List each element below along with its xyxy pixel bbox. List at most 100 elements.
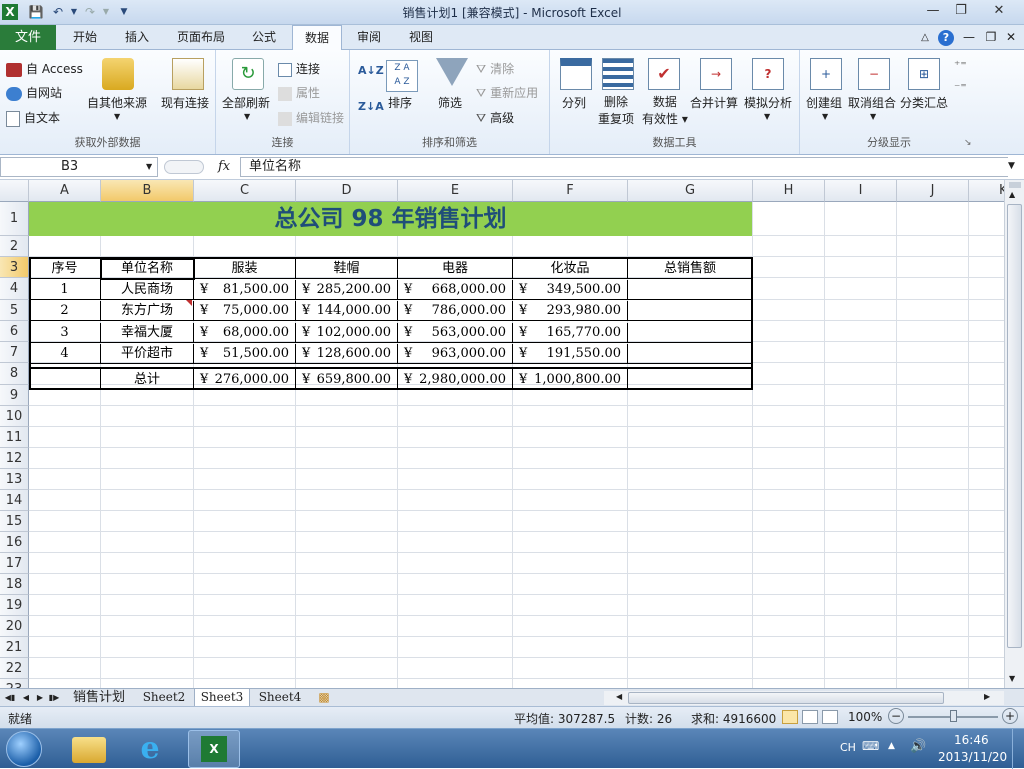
column-header[interactable]: D (296, 180, 398, 202)
currency-cell[interactable]: ¥128,600.00 (296, 344, 398, 364)
remove-duplicates-button[interactable]: 删除 重复项 (598, 94, 634, 128)
sort-descending-icon[interactable]: Z↓A (358, 100, 384, 113)
total-sales-cell[interactable] (628, 301, 753, 321)
scroll-thumb-horizontal[interactable] (628, 692, 944, 704)
first-sheet-icon[interactable]: ◀▮ (4, 689, 16, 707)
from-access-button[interactable]: 自 Access (6, 60, 83, 77)
row-header[interactable]: 14 (0, 490, 29, 511)
zoom-in-icon[interactable]: + (1002, 708, 1018, 724)
currency-cell[interactable]: ¥68,000.00 (194, 323, 296, 343)
currency-cell[interactable]: ¥144,000.00 (296, 301, 398, 321)
table-cell[interactable]: 3 (29, 323, 101, 343)
table-cell[interactable]: 化妆品 (513, 259, 628, 279)
doc-minimize-button[interactable]: — (960, 25, 978, 50)
row-header[interactable]: 20 (0, 616, 29, 637)
group-button[interactable]: 创建组 (806, 94, 842, 111)
table-cell[interactable]: 东方广场 (101, 301, 194, 321)
notification-arrow-icon[interactable]: ▲ (888, 741, 895, 751)
from-web-button[interactable]: 自网站 (6, 84, 62, 101)
advanced-button[interactable]: ⛛ 高级 (476, 109, 514, 126)
show-desktop-button[interactable] (1012, 729, 1024, 769)
sort-ascending-icon[interactable]: A↓Z (358, 64, 384, 77)
table-cell[interactable]: 序号 (29, 259, 101, 279)
insert-function-button[interactable]: fx (218, 159, 230, 174)
formula-bar-resize-handle[interactable] (164, 160, 204, 174)
row-header[interactable]: 5 (0, 300, 29, 321)
table-cell[interactable]: 平价超市 (101, 344, 194, 364)
row-header[interactable]: 12 (0, 448, 29, 469)
table-cell[interactable]: 单位名称 (101, 259, 194, 279)
doc-close-button[interactable]: ✕ (1002, 25, 1020, 50)
input-language[interactable]: CH (840, 741, 856, 754)
currency-cell[interactable]: ¥659,800.00 (296, 367, 398, 388)
hide-detail-icon[interactable]: ⁻⁼ (954, 80, 967, 94)
currency-cell[interactable]: ¥51,500.00 (194, 344, 296, 364)
row-header[interactable]: 6 (0, 321, 29, 342)
row-header[interactable]: 22 (0, 658, 29, 679)
minimize-button[interactable]: — (920, 2, 946, 20)
file-explorer-icon[interactable] (72, 737, 106, 763)
tab-data[interactable]: 数据 (292, 25, 342, 51)
total-sales-cell[interactable] (628, 280, 753, 300)
column-header[interactable]: E (398, 180, 513, 202)
from-other-sources-button[interactable]: 自其他来源 (87, 94, 147, 111)
table-cell[interactable]: 1 (29, 280, 101, 300)
close-button[interactable]: ✕ (984, 2, 1014, 20)
row-header[interactable]: 11 (0, 427, 29, 448)
table-cell[interactable] (29, 367, 101, 388)
what-if-analysis-button[interactable]: 模拟分析 (744, 94, 792, 111)
zoom-out-icon[interactable]: − (888, 708, 904, 724)
column-header[interactable]: C (194, 180, 296, 202)
refresh-all-button[interactable]: 全部刷新 (222, 94, 270, 111)
total-sales-cell[interactable] (628, 367, 753, 388)
restore-button[interactable]: ❐ (948, 2, 974, 20)
scroll-right-icon[interactable]: ▶ (984, 692, 990, 701)
show-detail-icon[interactable]: ⁺⁼ (954, 58, 967, 72)
table-cell[interactable]: 人民商场 (101, 280, 194, 300)
zoom-slider-thumb[interactable] (950, 710, 957, 722)
row-header[interactable]: 13 (0, 469, 29, 490)
row-header[interactable]: 3 (0, 257, 29, 278)
sheet-title[interactable]: 总公司 98 年销售计划 (29, 202, 752, 236)
currency-cell[interactable]: ¥276,000.00 (194, 367, 296, 388)
table-cell[interactable]: 幸福大厦 (101, 323, 194, 343)
from-text-button[interactable]: 自文本 (6, 109, 60, 127)
worksheet-grid[interactable]: A B C D E F G H I J K 1 2 3 4 5 6 7 8 9 10 11 12 13 1… (0, 180, 1004, 688)
tab-insert[interactable]: 插入 (112, 25, 162, 50)
total-sales-cell[interactable] (628, 323, 753, 343)
row-header[interactable]: 2 (0, 236, 29, 257)
normal-view-icon[interactable] (782, 710, 798, 724)
column-header[interactable]: I (825, 180, 897, 202)
doc-restore-button[interactable]: ❐ (982, 25, 1000, 50)
outline-settings-icon[interactable]: ↘ (964, 138, 972, 148)
row-header[interactable]: 4 (0, 278, 29, 300)
column-header[interactable]: J (897, 180, 969, 202)
name-box-dropdown-icon[interactable]: ▼ (146, 162, 152, 171)
ungroup-button[interactable]: 取消组合 (848, 94, 896, 111)
currency-cell[interactable]: ¥285,200.00 (296, 280, 398, 300)
sheet-tab[interactable]: 销售计划 (64, 689, 134, 707)
currency-cell[interactable]: ¥75,000.00 (194, 301, 296, 321)
table-cell[interactable]: 服装 (194, 259, 296, 279)
text-to-columns-button[interactable]: 分列 (562, 94, 586, 111)
tab-page-layout[interactable]: 页面布局 (166, 25, 236, 50)
tab-view[interactable]: 视图 (396, 25, 446, 50)
filter-button[interactable]: 筛选 (438, 94, 462, 111)
sheet-tab[interactable]: Sheet4 (252, 689, 308, 707)
scroll-left-icon[interactable]: ◀ (616, 692, 622, 701)
consolidate-button[interactable]: 合并计算 (690, 94, 738, 111)
table-cell[interactable]: 总计 (101, 367, 194, 388)
currency-cell[interactable]: ¥165,770.00 (513, 323, 628, 343)
vertical-scrollbar[interactable]: ▲ ▼ (1004, 180, 1024, 688)
total-sales-cell[interactable] (628, 344, 753, 364)
existing-connections-button[interactable]: 现有连接 (161, 94, 209, 111)
table-cell[interactable]: 2 (29, 301, 101, 321)
tab-file[interactable]: 文件 (0, 25, 56, 50)
scroll-down-icon[interactable]: ▼ (1009, 674, 1015, 683)
row-header[interactable]: 21 (0, 637, 29, 658)
properties-button[interactable]: 属性 (278, 84, 320, 101)
excel-taskbar-icon[interactable]: X (188, 730, 240, 768)
column-header[interactable]: F (513, 180, 628, 202)
sheet-tab[interactable]: Sheet3 (194, 689, 250, 707)
column-header[interactable]: B (101, 180, 194, 202)
